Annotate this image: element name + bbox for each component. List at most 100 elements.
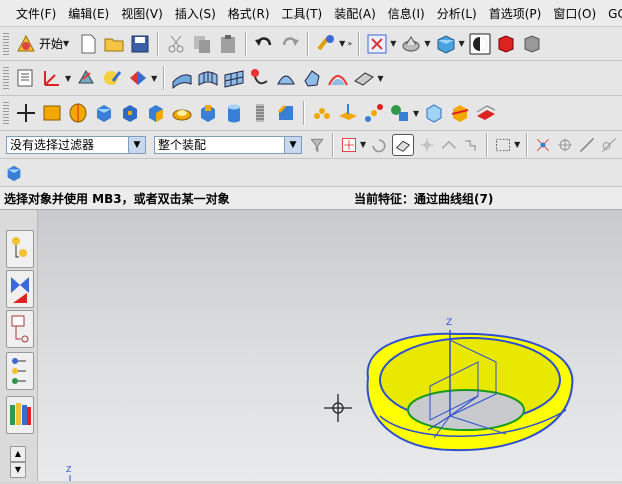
transform-icon[interactable] xyxy=(127,67,149,89)
chevron-down-icon[interactable]: ▼ xyxy=(390,39,396,48)
chevron-down-icon[interactable]: ▼ xyxy=(151,74,157,83)
selection-scope-dropdown[interactable]: 整个装配 ▼ xyxy=(154,135,302,154)
snap-center-icon[interactable] xyxy=(556,136,574,154)
chevron-down-icon[interactable]: ▼ xyxy=(128,136,145,153)
menu-analysis[interactable]: 分析(L) xyxy=(431,5,483,22)
shaded-view-icon[interactable] xyxy=(435,33,457,55)
menu-file[interactable]: 文件(F) xyxy=(10,5,62,22)
ruled-surface-icon[interactable] xyxy=(171,67,193,89)
offset-face-icon[interactable] xyxy=(475,102,497,124)
torus-body[interactable] xyxy=(366,332,574,452)
rectangle-select-icon[interactable] xyxy=(494,136,512,154)
pattern-icon[interactable] xyxy=(311,102,333,124)
new-file-icon[interactable] xyxy=(77,33,99,55)
part-navigator-tab[interactable] xyxy=(6,310,34,348)
chevron-down-icon[interactable]: ▼ xyxy=(360,140,366,149)
menu-preferences[interactable]: 首选项(P) xyxy=(483,5,548,22)
snap-mid-icon[interactable] xyxy=(440,136,458,154)
point-plus-icon[interactable] xyxy=(15,102,37,124)
n-sided-surface-icon[interactable] xyxy=(301,67,323,89)
bridge-surface-icon[interactable] xyxy=(327,67,349,89)
menu-window[interactable]: 窗口(O) xyxy=(547,5,602,22)
menu-view[interactable]: 视图(V) xyxy=(115,5,169,22)
select-face-icon[interactable] xyxy=(392,133,415,156)
chevron-down-icon[interactable]: ▼ xyxy=(514,140,520,149)
save-icon[interactable] xyxy=(129,33,151,55)
snap-grid-icon[interactable] xyxy=(534,136,552,154)
toolbar-grip[interactable] xyxy=(3,67,9,89)
command-finder-icon[interactable] xyxy=(315,33,337,55)
scroll-up-icon[interactable]: ▲ xyxy=(10,446,26,462)
boss-icon[interactable] xyxy=(197,102,219,124)
layer-settings-icon[interactable] xyxy=(15,67,37,89)
part-cube-icon[interactable] xyxy=(4,163,24,183)
graphics-window[interactable]: Z Z xyxy=(38,210,622,481)
paste-icon[interactable] xyxy=(217,33,239,55)
display-mode-icon[interactable] xyxy=(469,33,491,55)
revolve-icon[interactable] xyxy=(67,102,89,124)
fit-view-icon[interactable] xyxy=(366,33,388,55)
menu-edit[interactable]: 编辑(E) xyxy=(62,5,115,22)
constraint-navigator-tab[interactable] xyxy=(6,270,34,308)
chevron-down-icon[interactable]: ▼ xyxy=(424,39,430,48)
overflow-icon[interactable]: » xyxy=(347,39,352,48)
scroll-down-icon[interactable]: ▼ xyxy=(10,462,26,478)
menu-insert[interactable]: 插入(S) xyxy=(169,5,222,22)
snap-line-icon[interactable] xyxy=(578,136,596,154)
snap-end-icon[interactable] xyxy=(418,136,436,154)
menu-format[interactable]: 格式(R) xyxy=(222,5,276,22)
wcs-icon[interactable] xyxy=(41,67,63,89)
hollow-box-icon[interactable] xyxy=(423,102,445,124)
box-orange-icon[interactable] xyxy=(145,102,167,124)
orient-view-icon[interactable] xyxy=(400,33,422,55)
menu-tools[interactable]: 工具(T) xyxy=(276,5,329,22)
swept-icon[interactable] xyxy=(249,67,271,89)
point-set-icon[interactable] xyxy=(363,102,385,124)
redo-icon[interactable] xyxy=(279,33,301,55)
snap-point-icon[interactable] xyxy=(340,136,358,154)
chamfer-icon[interactable] xyxy=(275,102,297,124)
block-icon[interactable] xyxy=(93,102,115,124)
block-alt-icon[interactable] xyxy=(119,102,141,124)
assembly-navigator-tab[interactable] xyxy=(6,230,34,268)
menu-gc-toolkit[interactable]: GC 工 xyxy=(602,5,622,22)
object-display-icon[interactable] xyxy=(75,67,97,89)
copy-icon[interactable] xyxy=(191,33,213,55)
chevron-down-icon[interactable]: ▼ xyxy=(284,136,301,153)
menu-assembly[interactable]: 装配(A) xyxy=(328,5,382,22)
datum-plane-icon[interactable] xyxy=(337,102,359,124)
filter-settings-icon[interactable] xyxy=(308,136,326,154)
toolbar-grip[interactable] xyxy=(3,32,9,55)
undo-icon[interactable] xyxy=(253,33,275,55)
start-button[interactable]: 开始 ▼ xyxy=(13,33,71,55)
chevron-down-icon[interactable]: ▼ xyxy=(459,39,465,48)
open-folder-icon[interactable] xyxy=(103,33,125,55)
through-curve-mesh-icon[interactable] xyxy=(223,67,245,89)
cylinder-icon[interactable] xyxy=(223,102,245,124)
chevron-down-icon[interactable]: ▼ xyxy=(339,39,345,48)
trim-body-icon[interactable] xyxy=(449,102,471,124)
cut-icon[interactable] xyxy=(165,33,187,55)
chevron-down-icon[interactable]: ▼ xyxy=(413,109,419,118)
snap-control-icon[interactable] xyxy=(462,136,480,154)
sketch-block-icon[interactable] xyxy=(41,102,63,124)
chevron-down-icon[interactable]: ▼ xyxy=(377,74,383,83)
through-curves-icon[interactable] xyxy=(197,67,219,89)
box-gray-icon[interactable] xyxy=(521,33,543,55)
extension-icon[interactable] xyxy=(353,67,375,89)
reset-selection-icon[interactable] xyxy=(370,136,388,154)
thread-icon[interactable] xyxy=(249,102,271,124)
reuse-library-tab[interactable] xyxy=(6,352,34,390)
pad-icon[interactable] xyxy=(171,102,193,124)
edit-object-icon[interactable] xyxy=(101,67,123,89)
history-tab[interactable] xyxy=(6,396,34,434)
toolbar-grip[interactable] xyxy=(3,102,9,124)
create-component-icon[interactable] xyxy=(389,102,411,124)
section-surface-icon[interactable] xyxy=(275,67,297,89)
box-red-icon[interactable] xyxy=(495,33,517,55)
model-canvas[interactable]: Z Z xyxy=(38,210,622,481)
snap-tangent-icon[interactable] xyxy=(600,136,618,154)
chevron-down-icon[interactable]: ▼ xyxy=(65,74,71,83)
menu-information[interactable]: 信息(I) xyxy=(382,5,431,22)
type-filter-dropdown[interactable]: 没有选择过滤器 ▼ xyxy=(6,135,146,154)
